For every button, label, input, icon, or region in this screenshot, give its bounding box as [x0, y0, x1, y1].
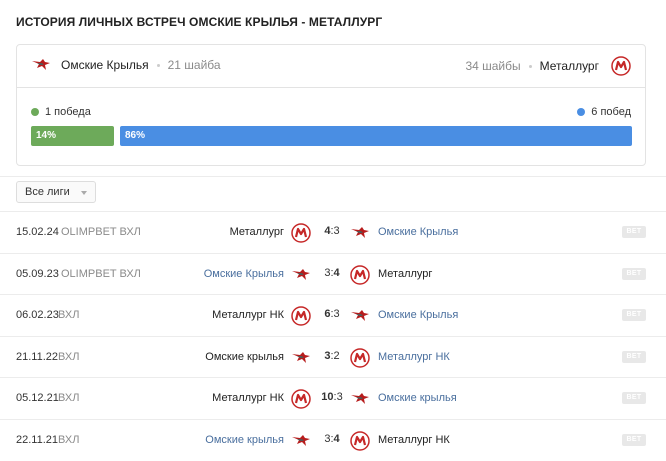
match-row[interactable]: 06.02.23ВХЛ Металлург НК 6:3 Омские Крылья B… [0, 295, 666, 337]
hawk-logo-icon [291, 351, 311, 365]
green-dot-icon [31, 108, 39, 116]
blue-dot-icon [577, 108, 585, 116]
hawk-logo-icon [350, 309, 370, 323]
separator-dot [157, 64, 160, 67]
team-right-name: Металлург [540, 59, 599, 73]
match-date: 06.02.23 [16, 309, 59, 321]
summary-card: Омские Крылья 21 шайба 34 шайбы Металлур… [16, 44, 646, 166]
hawk-logo-icon [291, 434, 311, 448]
home-team[interactable]: Металлург [230, 226, 284, 238]
match-row[interactable]: 15.02.24OLIMPBET ВХЛ Металлург 4:3 Омские К… [0, 212, 666, 254]
separator-dot [529, 65, 532, 68]
match-row[interactable]: 22.11.21ВХЛ Омские крылья 3:4 Металлург НК B… [0, 420, 666, 461]
league-filter-dropdown[interactable]: Все лиги [16, 181, 96, 203]
match-league: ВХЛ [58, 351, 79, 363]
home-team-logo [291, 265, 311, 285]
match-league: ВХЛ [58, 392, 79, 404]
page-title: ИСТОРИЯ ЛИЧНЫХ ВСТРЕЧ ОМСКИЕ КРЫЛЬЯ - МЕ… [16, 15, 382, 29]
away-team[interactable]: Омские Крылья [378, 226, 458, 238]
home-team-logo [291, 306, 311, 329]
match-row[interactable]: 05.12.21ВХЛ Металлург НК 10:3 Омские крылья… [0, 378, 666, 420]
match-league: OLIMPBET ВХЛ [61, 226, 141, 238]
team-right-goals: 34 шайбы [465, 59, 520, 73]
team-left-goals: 21 шайба [168, 58, 221, 72]
match-row[interactable]: 21.11.22ВХЛ Омские крылья 3:2 Металлург НК B… [0, 337, 666, 379]
hawk-logo-icon [350, 226, 370, 240]
home-team[interactable]: Омские Крылья [204, 268, 284, 280]
metallurg-logo-icon [291, 306, 311, 326]
home-team-logo [291, 223, 311, 246]
win-ratio-left: 14% [31, 126, 114, 146]
match-score[interactable]: 3:4 [320, 267, 344, 279]
wins-right-label: 6 побед [591, 106, 631, 118]
metallurg-logo-icon [350, 431, 370, 451]
away-team-logo [350, 265, 370, 288]
hawk-logo-icon [291, 268, 311, 282]
away-team-logo [350, 223, 370, 243]
away-team[interactable]: Омские крылья [378, 392, 457, 404]
team-left-name: Омские Крылья [61, 58, 149, 72]
home-team[interactable]: Омские крылья [205, 434, 284, 446]
match-score[interactable]: 10:3 [320, 391, 344, 403]
match-date: 15.02.24 [16, 226, 59, 238]
away-team[interactable]: Металлург НК [378, 434, 450, 446]
match-score[interactable]: 3:2 [320, 350, 344, 362]
wins-left-label: 1 победа [45, 106, 91, 118]
away-team[interactable]: Омские Крылья [378, 309, 458, 321]
home-team[interactable]: Металлург НК [212, 309, 284, 321]
chevron-down-icon [81, 191, 87, 195]
match-league: ВХЛ [58, 434, 79, 446]
metallurg-logo-icon [350, 348, 370, 368]
win-ratio-right: 86% [120, 126, 632, 146]
bet-badge[interactable]: BET [622, 392, 646, 404]
match-score[interactable]: 6:3 [320, 308, 344, 320]
metallurg-logo-icon [611, 56, 631, 76]
home-team-logo [291, 431, 311, 451]
match-row[interactable]: 05.09.23OLIMPBET ВХЛ Омские Крылья 3:4 Мета… [0, 254, 666, 296]
match-date: 05.12.21 [16, 392, 59, 404]
team-left[interactable]: Омские Крылья 21 шайба [31, 58, 221, 72]
league-filter-label: Все лиги [25, 186, 70, 198]
wins-right: 6 побед [577, 106, 631, 118]
bet-badge[interactable]: BET [622, 434, 646, 446]
metallurg-logo-icon [291, 223, 311, 243]
bet-badge[interactable]: BET [622, 268, 646, 280]
wins-left: 1 победа [31, 106, 91, 118]
match-date: 21.11.22 [16, 351, 58, 363]
away-team[interactable]: Металлург НК [378, 351, 450, 363]
bet-badge[interactable]: BET [622, 351, 646, 363]
hawk-logo-icon [350, 392, 370, 406]
divider [0, 176, 666, 177]
away-team-logo [350, 431, 370, 454]
match-league: ВХЛ [58, 309, 79, 321]
home-team-logo [291, 348, 311, 368]
matches-list: 15.02.24OLIMPBET ВХЛМеталлург4:3Омские К… [0, 212, 666, 461]
team-right[interactable]: 34 шайбы Металлург [465, 56, 631, 76]
match-score[interactable]: 4:3 [320, 225, 344, 237]
away-team[interactable]: Металлург [378, 268, 432, 280]
home-team[interactable]: Омские крылья [205, 351, 284, 363]
match-score[interactable]: 3:4 [320, 433, 344, 445]
metallurg-logo-icon [350, 265, 370, 285]
metallurg-logo-icon [291, 389, 311, 409]
home-team[interactable]: Металлург НК [212, 392, 284, 404]
away-team-logo [350, 306, 370, 326]
bet-badge[interactable]: BET [622, 309, 646, 321]
match-league: OLIMPBET ВХЛ [61, 268, 141, 280]
away-team-logo [350, 389, 370, 409]
match-date: 05.09.23 [16, 268, 59, 280]
away-team-logo [350, 348, 370, 371]
bet-badge[interactable]: BET [622, 226, 646, 238]
home-team-logo [291, 389, 311, 412]
hawk-logo-icon [31, 58, 51, 72]
summary-header: Омские Крылья 21 шайба 34 шайбы Металлур… [17, 45, 645, 88]
win-ratio-bar: 14% 86% [31, 126, 632, 146]
match-date: 22.11.21 [16, 434, 58, 446]
